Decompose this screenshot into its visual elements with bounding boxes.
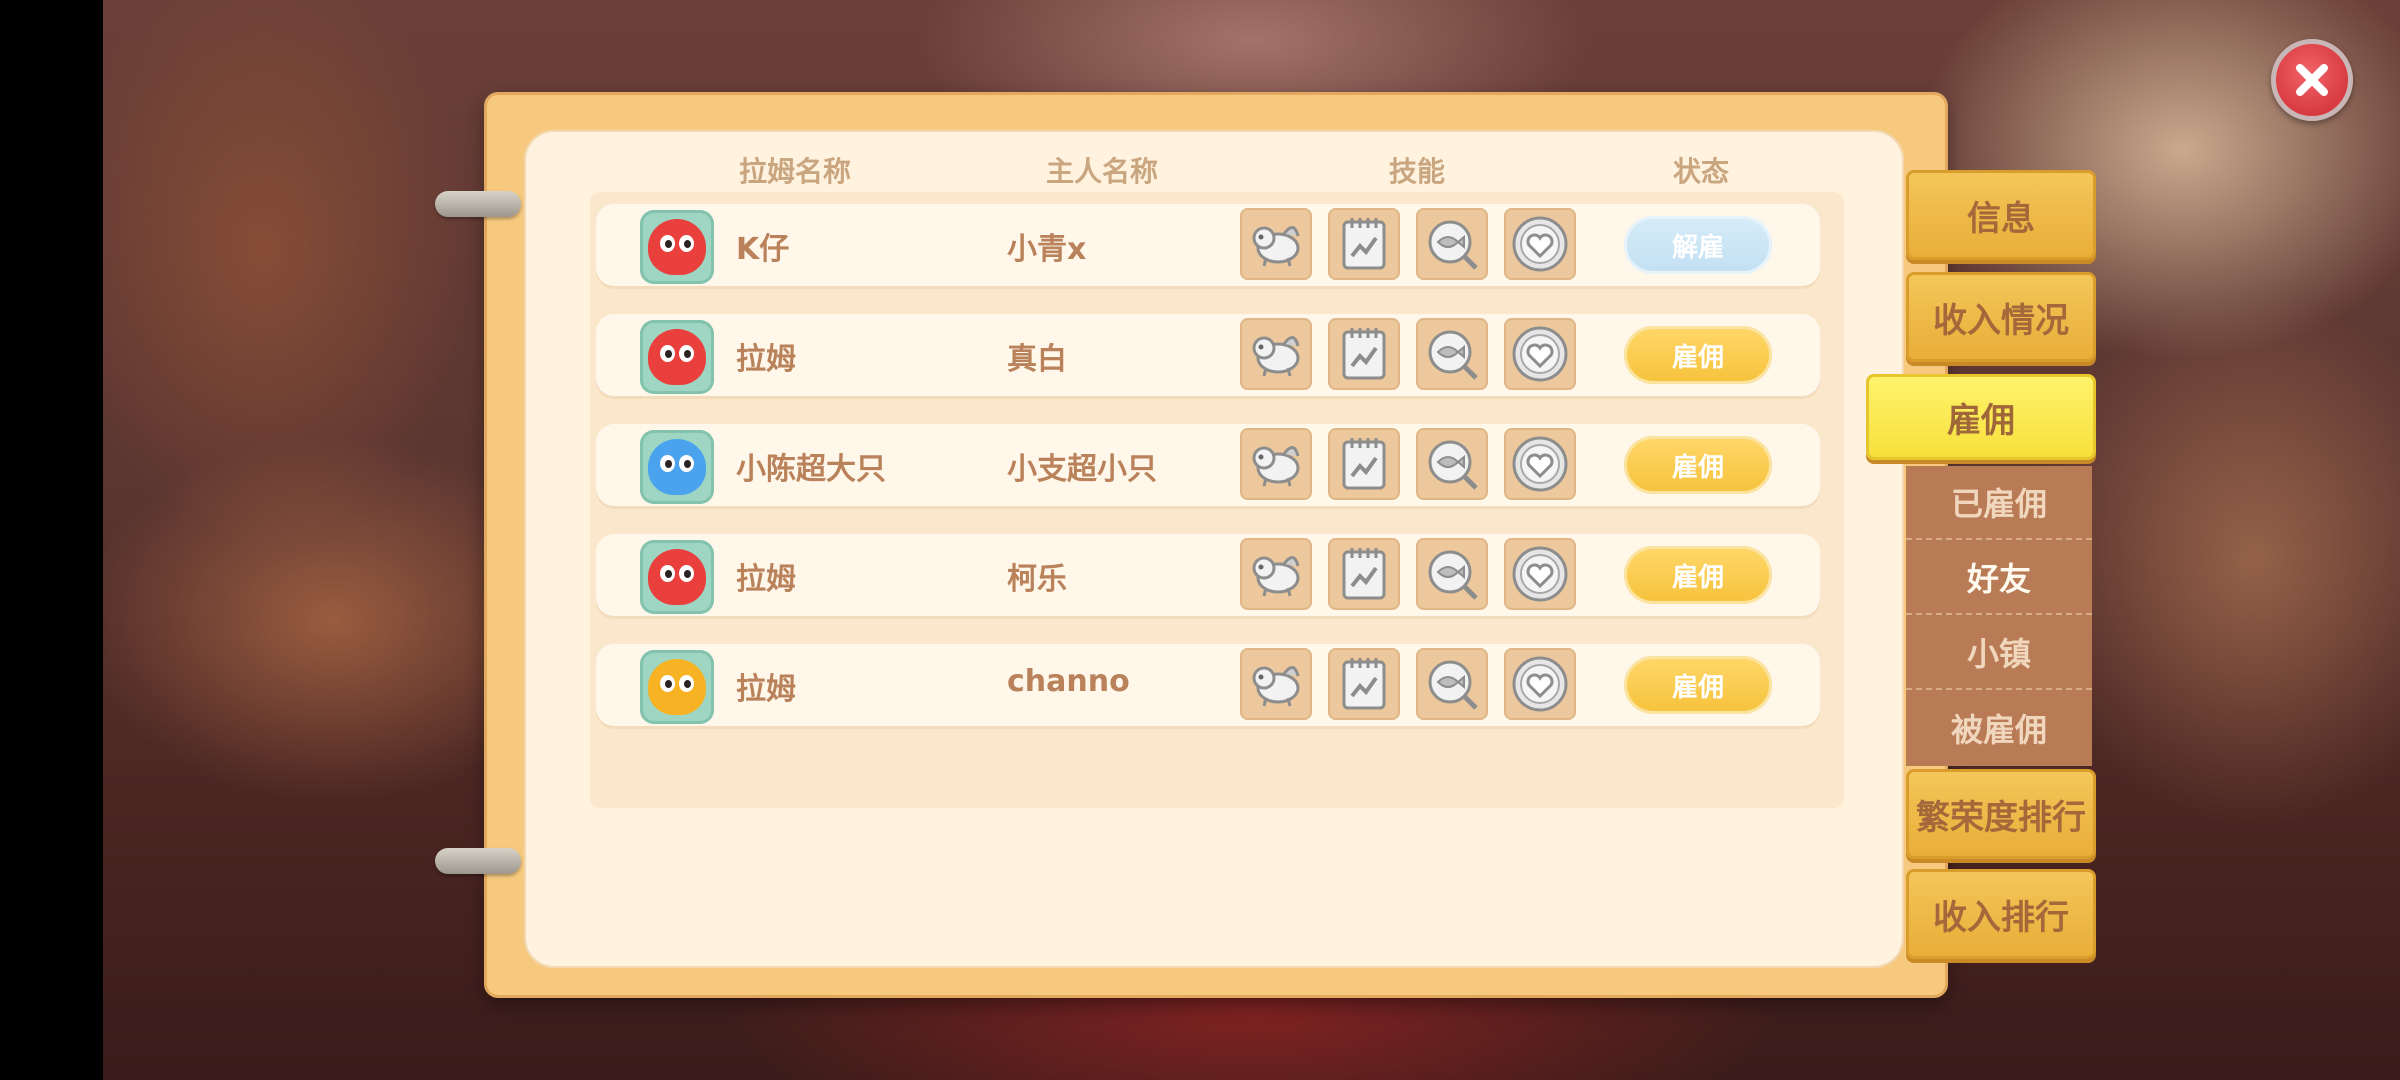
lamu-blob-icon: [648, 329, 706, 385]
hire-button[interactable]: 雇佣: [1624, 436, 1772, 494]
close-button[interactable]: [2271, 39, 2353, 121]
binder-ring-bottom: [435, 848, 521, 874]
dog-skill-icon[interactable]: [1240, 428, 1312, 500]
owner-name: channo: [1007, 664, 1130, 699]
pet-avatar[interactable]: [640, 430, 714, 504]
heart-skill-icon[interactable]: [1504, 648, 1576, 720]
subtab-hired[interactable]: 已雇佣: [1906, 466, 2092, 540]
pet-avatar[interactable]: [640, 210, 714, 284]
owner-name: 小青x: [1007, 232, 1087, 267]
heart-skill-icon[interactable]: [1504, 538, 1576, 610]
pet-avatar[interactable]: [640, 540, 714, 614]
table-row: K仔 小青x 解雇: [596, 204, 1820, 286]
chart-notebook-skill-icon[interactable]: [1328, 208, 1400, 280]
subtab-friends[interactable]: 好友: [1906, 541, 2092, 615]
dog-skill-icon[interactable]: [1240, 648, 1312, 720]
chart-notebook-skill-icon[interactable]: [1328, 538, 1400, 610]
binder-ring-top: [435, 191, 521, 217]
table-row: 拉姆 真白 雇佣: [596, 314, 1820, 396]
dog-skill-icon[interactable]: [1240, 538, 1312, 610]
pet-name: 拉姆: [736, 562, 796, 597]
tab-info[interactable]: 信息: [1906, 170, 2096, 260]
owner-name: 柯乐: [1007, 562, 1067, 597]
tab-income[interactable]: 收入情况: [1906, 272, 2096, 362]
chart-notebook-skill-icon[interactable]: [1328, 428, 1400, 500]
lamu-blob-icon: [648, 219, 706, 275]
heart-skill-icon[interactable]: [1504, 318, 1576, 390]
column-header-owner-name: 主人名称: [1046, 155, 1159, 188]
pet-name: 拉姆: [736, 672, 796, 707]
pet-avatar[interactable]: [640, 650, 714, 724]
lamu-blob-icon: [648, 549, 706, 605]
heart-skill-icon[interactable]: [1504, 428, 1576, 500]
hire-button[interactable]: 雇佣: [1624, 546, 1772, 604]
pet-name: K仔: [736, 232, 790, 267]
owner-name: 真白: [1007, 342, 1067, 377]
subtab-employed-by[interactable]: 被雇佣: [1906, 691, 2092, 765]
hire-button[interactable]: 雇佣: [1624, 656, 1772, 714]
table-row: 拉姆 channo 雇佣: [596, 644, 1820, 726]
pet-avatar[interactable]: [640, 320, 714, 394]
tab-income-rank[interactable]: 收入排行: [1906, 869, 2096, 959]
pet-name: 小陈超大只: [736, 452, 886, 487]
column-header-status: 状态: [1673, 155, 1730, 188]
dog-skill-icon[interactable]: [1240, 318, 1312, 390]
tab-hire[interactable]: 雇佣: [1866, 374, 2096, 460]
fire-button[interactable]: 解雇: [1624, 216, 1772, 274]
chart-notebook-skill-icon[interactable]: [1328, 318, 1400, 390]
close-icon: [2296, 64, 2328, 96]
fish-magnifier-skill-icon[interactable]: [1416, 428, 1488, 500]
fish-magnifier-skill-icon[interactable]: [1416, 538, 1488, 610]
pet-name: 拉姆: [736, 342, 796, 377]
tab-prosperity-rank[interactable]: 繁荣度排行: [1906, 769, 2096, 859]
fish-magnifier-skill-icon[interactable]: [1416, 318, 1488, 390]
fish-magnifier-skill-icon[interactable]: [1416, 648, 1488, 720]
hire-button[interactable]: 雇佣: [1624, 326, 1772, 384]
dog-skill-icon[interactable]: [1240, 208, 1312, 280]
left-black-bar: [0, 0, 103, 1080]
column-header-pet-name: 拉姆名称: [739, 155, 852, 188]
heart-skill-icon[interactable]: [1504, 208, 1576, 280]
owner-name: 小支超小只: [1007, 452, 1157, 487]
table-row: 拉姆 柯乐 雇佣: [596, 534, 1820, 616]
fish-magnifier-skill-icon[interactable]: [1416, 208, 1488, 280]
hire-subtab-panel: 已雇佣 好友 小镇 被雇佣: [1906, 466, 2092, 766]
lamu-blob-icon: [648, 659, 706, 715]
subtab-town[interactable]: 小镇: [1906, 616, 2092, 690]
column-header-skills: 技能: [1389, 155, 1446, 188]
table-row: 小陈超大只 小支超小只 雇佣: [596, 424, 1820, 506]
chart-notebook-skill-icon[interactable]: [1328, 648, 1400, 720]
lamu-blob-icon: [648, 439, 706, 495]
